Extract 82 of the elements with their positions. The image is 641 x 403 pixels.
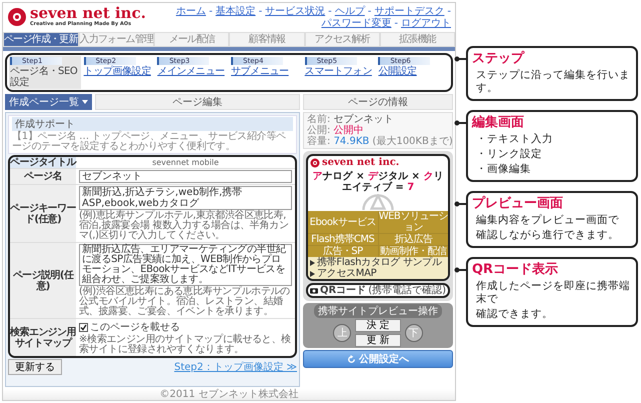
logo-icon (7, 6, 27, 26)
confirm-button[interactable]: 決 定 (355, 319, 401, 332)
form-label: 検索エンジン用サイトマップ (10, 319, 76, 356)
caret-icon (82, 100, 88, 104)
menu-tab[interactable]: 顧客情報 (229, 32, 305, 47)
callout-text: 確認しながら進行できます。 (475, 229, 620, 242)
step-link[interactable]: メインメニュー (157, 66, 228, 77)
nav-separator: - (394, 18, 398, 30)
support-title: 作成サポート (12, 117, 293, 131)
panel-title: ページ編集 (95, 94, 300, 110)
checkbox-label: このページを載せる (90, 320, 180, 334)
footer-text: ©2011 セブンネット株式会社 (3, 389, 455, 400)
input-field[interactable]: 新聞折込,折込チラシ,web制作,携帯ASP,ebook,webカタログ (79, 186, 292, 210)
refresh-button[interactable]: 更 新 (355, 334, 401, 347)
page-title-value: sevennet mobile (151, 158, 220, 167)
form-label: ページキーワード(任意) (10, 185, 76, 242)
nav-link[interactable]: サポートデスク (374, 6, 444, 18)
brand-name: seven net inc. (30, 6, 146, 21)
support-text: 【1】ページ名 … トップページ、メニュー、サービス紹介等ページのテーマを設定するとわかりやすく便利です。 (12, 132, 287, 152)
callout-text: ステップに沿って編集を行います。 (475, 69, 631, 95)
form-label: ページ説明(任意) (10, 243, 76, 318)
refresh-icon (347, 354, 356, 364)
menu-tab[interactable]: 入力フォーム管理 (78, 32, 154, 47)
info-line: 名前: セブンネット (307, 114, 395, 125)
phone-menu-item[interactable]: 折込広告 (378, 234, 448, 245)
step-link[interactable]: サブメニュー (231, 66, 301, 77)
next-step-link[interactable]: Step2：トップ画像設定 ≫ (174, 360, 297, 374)
field-note: (例)渋谷区恵比寿にある恵比寿サンプルホテルの公式モバイルサイト。宿泊、レストラン、結婚式、披露宴、ご宴会、イベントを承ります。 (79, 287, 291, 317)
step-link[interactable]: スマートフォン (304, 66, 374, 77)
description-field[interactable]: 新聞折込広告、エリアマーケティングの半世紀に渡るSP広告実績に加え、WEB制作からプロモーション、EBookサービスなどITサービスを組合わせ、ご提案致します。 (79, 244, 292, 286)
menu-tab[interactable]: メール配信 (154, 32, 230, 47)
callout-title: 編集画面 (472, 115, 525, 131)
nav-link[interactable]: パスワード変更 (321, 18, 392, 30)
input-field[interactable]: セブンネット (79, 170, 292, 183)
form-label: ページタイトル (10, 157, 76, 168)
callout-title: ステップ (472, 51, 526, 67)
nav-link[interactable]: サービス状況 (265, 6, 326, 18)
phone-menu-item[interactable]: 動画制作・配信 (378, 246, 448, 257)
nav-separator: - (328, 6, 332, 18)
callout-title: QRコード表示 (472, 262, 560, 278)
callout-text: ・リンク設定 (475, 148, 543, 161)
controls-title: 携帯サイトプレビュー操作 (314, 304, 442, 318)
callout-text: 作成したページを即座に携帯端末で (475, 280, 631, 306)
camera-icon (310, 287, 318, 294)
menu-tab[interactable]: 拡張機能 (380, 32, 456, 47)
callout-text: ・画像編集 (475, 163, 532, 176)
checkbox[interactable] (79, 322, 88, 332)
phone-menu-item[interactable]: 広告・SP (308, 246, 378, 257)
menu-tab[interactable]: ページ作成・更新 (3, 32, 79, 47)
step-link[interactable]: 公開設定 (378, 66, 448, 77)
step-link[interactable]: ページ名・SEO設定 (10, 66, 80, 88)
phone-link[interactable]: アクセスMAP (308, 268, 448, 279)
phone-menu-item[interactable]: Ebookサービス (308, 211, 378, 233)
nav-link[interactable]: ログアウト (401, 18, 451, 30)
nav-link[interactable]: ヘルプ (334, 6, 365, 18)
update-button[interactable]: 更新する (8, 359, 62, 375)
callout-text: 確認できます。 (475, 308, 554, 321)
phone-logo: seven net inc. (322, 158, 400, 168)
nav-separator: - (368, 6, 372, 18)
emblem-drawing (361, 194, 395, 210)
field-note: ※検索エンジン用のサイトマップに載せると、検索サイトに登録されやすくなります。 (79, 335, 292, 355)
logo-icon (310, 158, 320, 168)
callout-text: ・テキスト入力 (475, 133, 554, 146)
nav-separator: - (447, 6, 451, 18)
nav-link[interactable]: 基本設定 (216, 6, 256, 18)
menu-tab[interactable]: アクセス解析 (304, 32, 380, 47)
phone-link[interactable]: 携帯Flashカタログ サンプル (308, 257, 448, 268)
info-line: 公開: 公開中 (307, 125, 365, 136)
slogan: アナログ × デジタル × ク リエイティブ = 7 (312, 171, 444, 193)
panel-title: ページの情報 (303, 94, 453, 110)
step-link[interactable]: トップ画像設定 (84, 66, 154, 77)
nav-separator: - (258, 6, 262, 18)
phone-menu-item[interactable]: WEBソリューション (378, 211, 448, 233)
nav-separator: - (208, 6, 213, 18)
page-list-button[interactable]: 作成ページ一覧 (5, 94, 92, 110)
callout-title: プレビュー画面 (472, 196, 564, 212)
qr-code-row[interactable]: QRコード (携帯電話で確認) (306, 283, 450, 298)
callout-text: 編集内容をプレビュー画面で (475, 214, 620, 227)
form-label: ページ名 (10, 169, 76, 184)
phone-menu-item[interactable]: Flash携帯CMS (308, 234, 378, 245)
field-note: (例)恵比寿サンプルホテル,東京都渋谷区恵比寿,宿泊,披露宴会場 複数入力する場合は、半角カンマ(,)区切りで入力してください。 (79, 211, 290, 241)
nav-link[interactable]: ホーム (176, 6, 206, 18)
